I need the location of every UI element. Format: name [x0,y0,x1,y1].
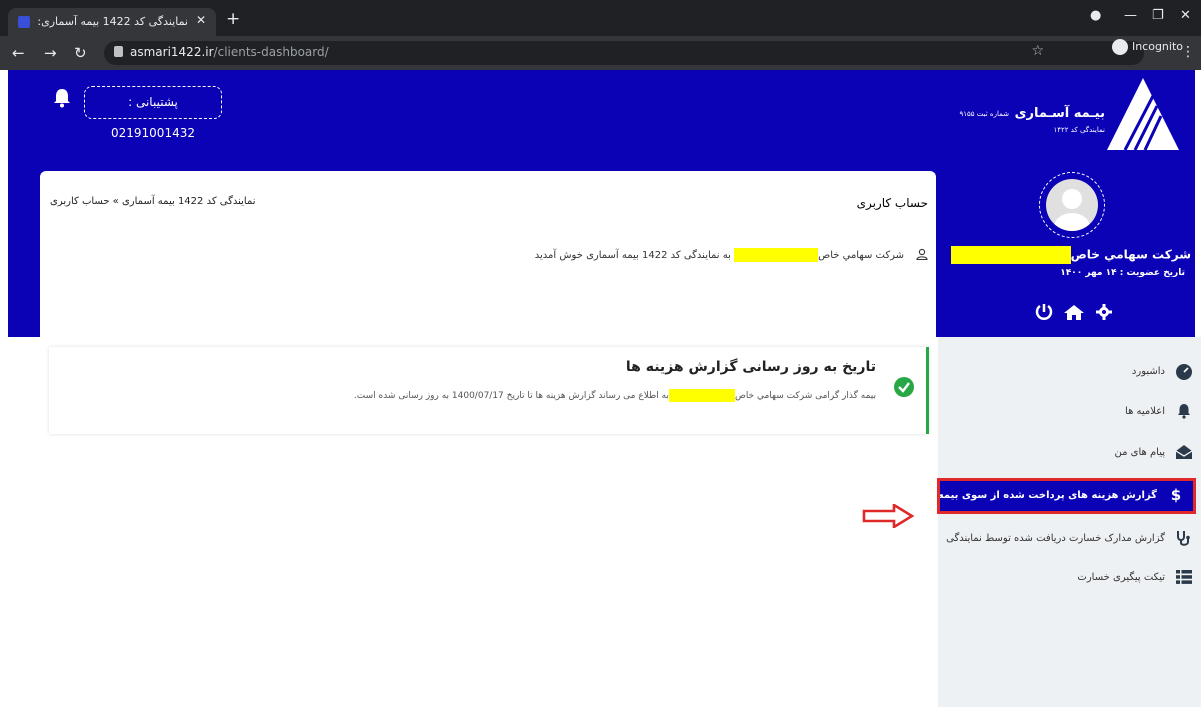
browser-tab[interactable]: نمایندگی کد 1422 بیمه آسماری: جس... ✕ [8,8,216,36]
lock-icon [114,46,123,57]
account-card: حساب کاربری نمایندگی کد 1422 بیمه آسماری… [40,171,936,337]
user-icon [916,248,928,260]
sidebar-item-messages[interactable]: پیام های من [1114,441,1193,471]
member-since: تاریخ عضویت : ۱۴ مهر ۱۴۰۰ [1060,268,1185,278]
dollar-icon: $ [1170,486,1182,504]
home-icon[interactable] [1064,305,1084,320]
redaction-highlight [950,246,1071,264]
browser-toolbar: ← → ↻ asmari1422.ir/clients-dashboard/ ☆… [0,36,1201,70]
reload-icon[interactable]: ↻ [74,44,87,62]
list-icon [1176,570,1192,584]
bell-icon [1178,404,1190,419]
tab-title: نمایندگی کد 1422 بیمه آسماری: جس... [33,15,188,28]
incognito-indicator[interactable]: Incognito [1111,39,1183,55]
page-title: حساب کاربری [856,196,928,210]
check-circle-icon [894,377,914,397]
red-arrow-annotation-icon [862,504,914,528]
page: پشتیبانی : 02191001432 بیـمه آسـماری شما… [0,70,1201,707]
redaction-highlight [668,389,735,402]
dashboard-icon [1176,364,1192,380]
brand-registration: شماره ثبت ۹۱۵۵ [959,110,1009,118]
power-icon[interactable] [1035,304,1053,320]
brand-logo-icon [1107,78,1179,151]
envelope-icon [1175,445,1193,459]
address-bar[interactable]: asmari1422.ir/clients-dashboard/ ☆ [104,41,1144,65]
stethoscope-icon [1177,531,1190,546]
sidebar-item-expense-report[interactable]: $گزارش هزینه های پرداخت شده از سوی بیمه … [896,478,1196,514]
breadcrumb[interactable]: نمایندگی کد 1422 بیمه آسماری » حساب کارب… [50,196,256,207]
menu-kebab-icon[interactable]: ⋮ [1181,44,1195,60]
close-tab-icon[interactable]: ✕ [196,13,206,27]
brand-logo-block[interactable]: بیـمه آسـماری شماره ثبت ۹۱۵۵ نمایندگی کد… [929,76,1189,156]
bookmark-star-icon[interactable]: ☆ [1031,43,1044,59]
profile-company-name: شرکت سهامي خاص [950,246,1191,264]
sidebar: داشبورد اعلامیه ها پیام های من $گزارش هز… [896,337,1201,707]
avatar[interactable] [1039,172,1105,238]
new-tab-icon[interactable]: + [226,9,240,29]
minimize-icon[interactable]: — [1124,8,1137,23]
notification-bell-icon[interactable] [53,88,71,108]
close-window-icon[interactable]: ✕ [1180,8,1191,23]
sidebar-item-claim-ticket[interactable]: تیکت پیگیری خسارت [1077,566,1193,596]
brand-agency-code: نمایندگی کد ۱۴۲۲ [1053,126,1105,134]
incognito-icon [1111,39,1128,55]
favicon-icon [18,16,30,28]
notice-text: بیمه گذار گرامی شرکت سهامي خاصبه اطلاع م… [353,389,876,402]
browser-tab-strip: نمایندگی کد 1422 بیمه آسماری: جس... ✕ + … [0,0,1201,36]
notice-title: تاریخ به روز رسانی گزارش هزینه ها [625,359,876,375]
redaction-highlight [734,248,819,262]
forward-icon[interactable]: → [44,44,57,62]
sidebar-item-dashboard[interactable]: داشبورد [1132,360,1193,390]
user-avatar-icon [1054,189,1090,231]
back-icon[interactable]: ← [12,44,25,62]
sidebar-item-announcements[interactable]: اعلامیه ها [1125,400,1193,430]
gear-icon[interactable] [1096,304,1112,320]
sidebar-item-claim-documents[interactable]: گزارش مدارک خسارت دریافت شده توسط نمایند… [946,527,1193,557]
support-phone-box[interactable]: پشتیبانی : 02191001432 [84,86,222,140]
welcome-message: شرکت سهامي خاص به نمایندگی کد 1422 بیمه … [534,248,904,262]
restore-icon[interactable]: ❐ [1152,8,1164,23]
brand-name: بیـمه آسـماری [1014,106,1105,121]
profile-actions [1034,302,1114,322]
update-notice-card: تاریخ به روز رسانی گزارش هزینه ها بیمه گ… [49,347,929,434]
url-text: asmari1422.ir/clients-dashboard/ [130,45,329,59]
profile-dot-icon[interactable]: ● [1090,8,1101,23]
